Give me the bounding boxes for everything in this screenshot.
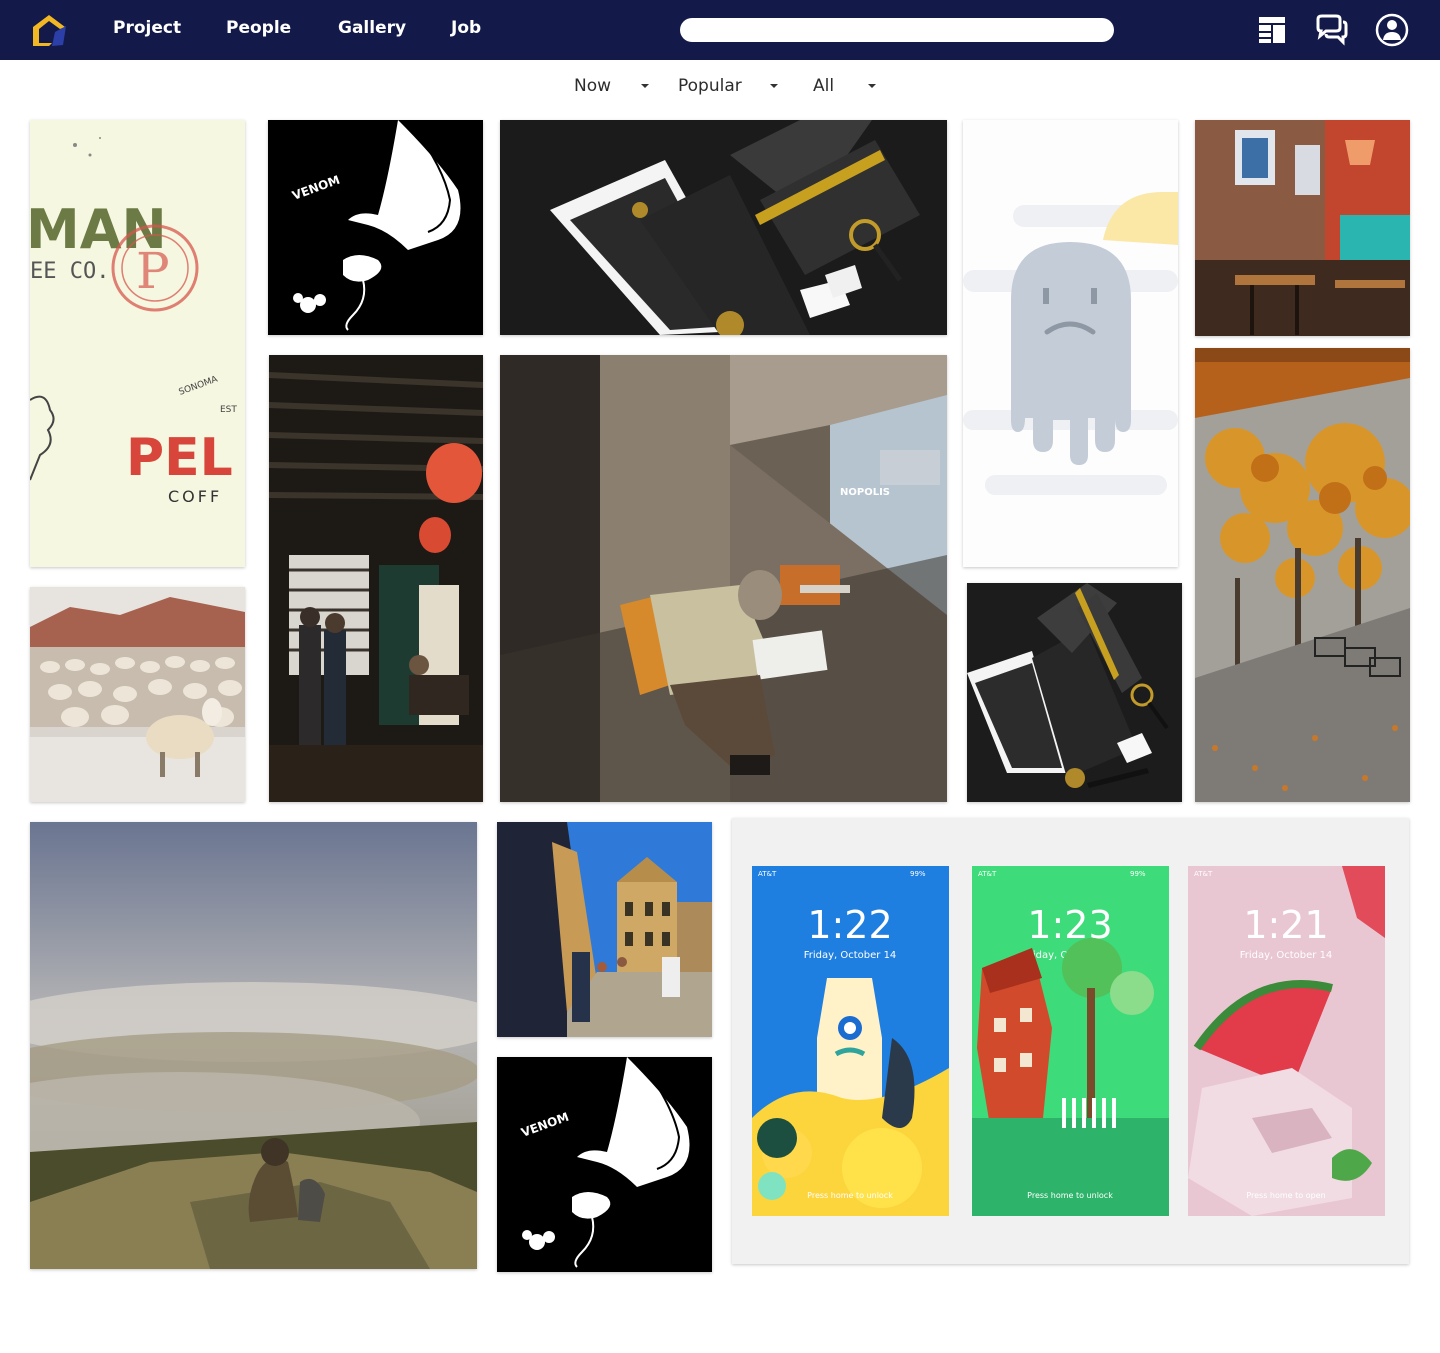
lock-time: 1:21 [1243,903,1328,947]
gallery-tile-phone-mockups[interactable]: AT&T 99% 1:22 Friday, October 14 Press h… [732,818,1409,1264]
nav-link-people[interactable]: People [226,18,291,38]
nav-link-project[interactable]: Project [113,18,181,38]
nav-link-job[interactable]: Job [451,18,481,38]
sort-filter-label: Popular [678,76,742,96]
time-filter-label: Now [574,76,612,96]
battery-label: 99% [1130,870,1146,878]
logo-icon[interactable] [30,12,68,48]
gallery-tile-restaurant-lanterns[interactable] [269,355,483,802]
lock-time: 1:22 [807,903,892,947]
top-navigation-bar: Project People Gallery Job [0,0,1440,60]
carrier-label: AT&T [978,870,997,878]
street-sign: NOPOLIS [840,487,890,498]
chevron-down-icon[interactable] [868,84,876,88]
autumn-street-image [1195,348,1410,802]
stationery-small-image [967,583,1182,802]
chevron-down-icon[interactable] [641,84,649,88]
phone-screen-1: AT&T 99% 1:22 Friday, October 14 Press h… [752,866,949,1216]
gallery-tile-brick-cafe[interactable] [1195,120,1410,336]
battery-label: 99% [910,870,926,878]
chat-icon[interactable] [1314,12,1350,48]
restaurant-lanterns-image [269,355,483,802]
unlock-hint: Press home to open [1246,1191,1325,1200]
category-filter-dropdown[interactable]: All [813,74,834,98]
gallery-tile-stationery-mockup[interactable] [500,120,947,335]
gallery-tile-sheep-herd[interactable] [30,587,245,802]
user-account-icon[interactable] [1374,12,1410,48]
venom-art-image-2: VENOM [497,1057,712,1272]
gallery-tile-coffee-branding[interactable]: MAN EE CO. P SONOMA EST PEL COFF [30,120,245,567]
category-filter-label: All [813,76,835,96]
gallery-tile-ghost-illustration[interactable] [963,120,1178,567]
brick-cafe-image [1195,120,1410,336]
lock-date: Friday, October 14 [804,950,897,961]
gallery-tile-town-street[interactable] [497,822,712,1037]
unlock-hint: Press home to unlock [807,1191,893,1200]
brand-sub-word: EE CO. [30,259,109,284]
phone-screen-2: AT&T 99% 1:23 Friday, October 14 Press h… [972,866,1169,1216]
brand-est: EST [220,405,237,415]
brand-small-word: COFF [168,487,222,506]
sheep-herd-image [30,587,245,802]
town-street-image [497,822,712,1037]
carrier-label: AT&T [758,870,777,878]
nav-link-gallery[interactable]: Gallery [338,18,406,38]
gallery-tile-venom-art[interactable]: VENOM [268,120,483,335]
svg-text:P: P [136,242,170,300]
gallery-tile-autumn-street[interactable] [1195,348,1410,802]
layout-icon[interactable] [1254,12,1290,48]
phone-mockups-image: AT&T 99% 1:22 Friday, October 14 Press h… [732,818,1409,1264]
man-reading-image: NOPOLIS [500,355,947,802]
coffee-branding-image: MAN EE CO. P SONOMA EST PEL COFF [30,120,245,567]
stationery-mockup-image [500,120,947,335]
carrier-label: AT&T [1194,870,1213,878]
gallery-tile-stationery-small[interactable] [967,583,1182,802]
time-filter-dropdown[interactable]: Now [574,74,611,98]
chevron-down-icon[interactable] [770,84,778,88]
ghost-illustration-image [963,120,1178,567]
gallery-tile-venom-art-2[interactable]: VENOM [497,1057,712,1272]
lock-date: Friday, October 14 [1240,950,1333,961]
search-input[interactable] [680,18,1114,42]
sort-filter-dropdown[interactable]: Popular [678,74,742,98]
brand-red-word: PEL [126,428,233,488]
unlock-hint: Press home to unlock [1027,1191,1113,1200]
gallery-tile-man-reading[interactable]: NOPOLIS [500,355,947,802]
gallery-tile-misty-mountain[interactable] [30,822,477,1269]
phone-screen-3: AT&T 99% 1:21 Friday, October 14 Press h… [1188,866,1385,1216]
misty-mountain-image [30,822,477,1269]
venom-art-image: VENOM [268,120,483,335]
